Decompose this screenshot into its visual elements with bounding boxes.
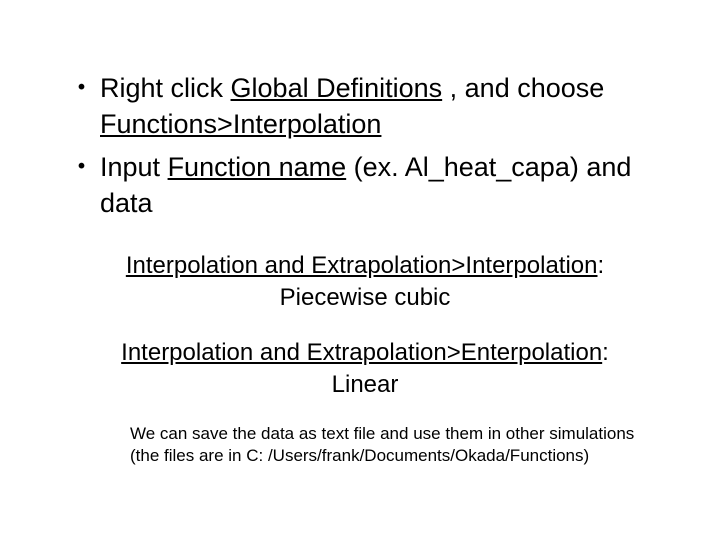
text: , and choose (442, 73, 604, 103)
underline-extrap-path: Interpolation and Extrapolation>Enterpol… (121, 339, 602, 366)
underline-function-name: Function name (168, 152, 347, 182)
colon: : (602, 339, 609, 366)
colon: : (598, 252, 605, 279)
bullet-2: Input Function name (ex. Al_heat_capa) a… (60, 149, 670, 222)
setting-value: Linear (332, 371, 399, 398)
slide: Right click Global Definitions , and cho… (0, 0, 720, 540)
underline-global-definitions: Global Definitions (231, 73, 443, 103)
setting-extrapolation: Interpolation and Extrapolation>Enterpol… (60, 337, 670, 402)
bullet-list: Right click Global Definitions , and cho… (60, 70, 670, 222)
setting-value: Piecewise cubic (280, 284, 451, 311)
text: Input (100, 152, 168, 182)
footnote: We can save the data as text file and us… (130, 423, 640, 466)
bullet-1: Right click Global Definitions , and cho… (60, 70, 670, 143)
note-line-1: We can save the data as text file and us… (130, 424, 634, 443)
underline-interp-path: Interpolation and Extrapolation>Interpol… (126, 252, 598, 279)
setting-interpolation: Interpolation and Extrapolation>Interpol… (60, 250, 670, 315)
note-line-2: (the files are in C: /Users/frank/Docume… (130, 446, 589, 465)
underline-functions-interpolation: Functions>Interpolation (100, 109, 381, 139)
text: Right click (100, 73, 231, 103)
